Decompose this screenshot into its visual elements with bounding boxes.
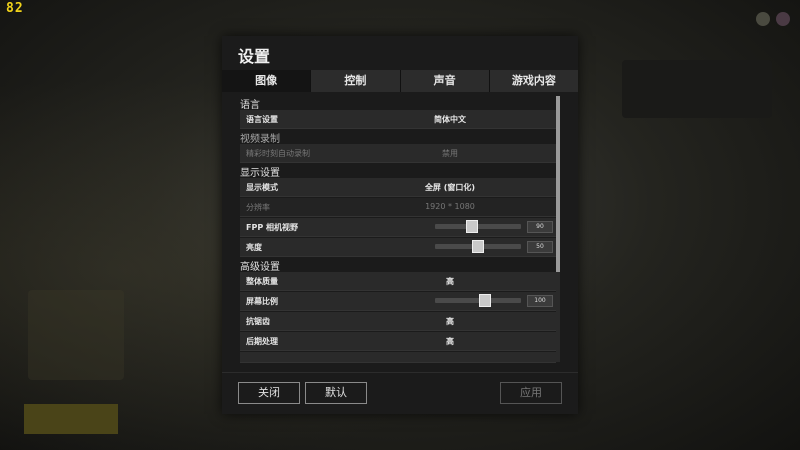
background-badge: [24, 404, 118, 434]
display-mode-value[interactable]: 全屏 (窗口化): [400, 182, 500, 193]
row-post-processing[interactable]: 后期处理 高: [240, 332, 556, 351]
settings-scrollbar[interactable]: [556, 96, 560, 362]
row-auto-record: 精彩时刻自动录制 禁用: [240, 144, 556, 163]
section-advanced: 高级设置: [240, 262, 280, 273]
row-resolution: 分辨率 1920 * 1080: [240, 198, 556, 217]
screen-scale-slider[interactable]: [435, 294, 521, 307]
post-processing-value[interactable]: 高: [400, 336, 500, 347]
row-brightness[interactable]: 亮度 50: [240, 238, 556, 257]
settings-content: 语言 语言设置 简体中文 视频录制 精彩时刻自动录制 禁用 显示设置 显示模式 …: [230, 94, 566, 394]
anti-aliasing-value[interactable]: 高: [400, 316, 500, 327]
overall-quality-value[interactable]: 高: [400, 276, 500, 287]
section-language: 语言: [240, 100, 260, 111]
resolution-value: 1920 * 1080: [425, 202, 475, 211]
row-label: 亮度: [246, 243, 262, 252]
row-partial: [240, 352, 556, 363]
row-fpp-fov[interactable]: FPP 相机视野 90: [240, 218, 556, 237]
auto-record-value: 禁用: [442, 149, 458, 158]
row-label: 屏幕比例: [246, 297, 278, 306]
background-icon: [776, 12, 790, 26]
row-label: 语言设置: [246, 115, 278, 124]
fps-counter: 82: [6, 1, 24, 16]
row-label: 抗锯齿: [246, 317, 270, 326]
background-sidebar: [28, 290, 124, 380]
slider-thumb[interactable]: [466, 220, 479, 233]
brightness-number-input[interactable]: 50: [527, 241, 553, 253]
row-anti-aliasing[interactable]: 抗锯齿 高: [240, 312, 556, 331]
slider-thumb[interactable]: [472, 240, 484, 253]
close-button[interactable]: 关闭: [238, 382, 300, 404]
fov-number-input[interactable]: 90: [527, 221, 553, 233]
settings-dialog: 设置 图像 控制 声音 游戏内容 语言 语言设置 简体中文 视频录制 精彩时刻自…: [222, 36, 578, 414]
language-value[interactable]: 简体中文: [400, 114, 500, 125]
tab-graphics[interactable]: 图像: [222, 70, 311, 92]
footer-divider: [222, 372, 578, 373]
row-display-mode[interactable]: 显示模式 全屏 (窗口化): [240, 178, 556, 197]
row-label: FPP 相机视野: [246, 223, 298, 232]
row-label: 精彩时刻自动录制: [246, 149, 310, 158]
row-overall-quality[interactable]: 整体质量 高: [240, 272, 556, 291]
tab-gameplay[interactable]: 游戏内容: [488, 70, 578, 92]
row-language-setting[interactable]: 语言设置 简体中文: [240, 110, 556, 129]
settings-tabs: 图像 控制 声音 游戏内容: [222, 70, 578, 92]
scrollbar-thumb[interactable]: [556, 96, 560, 272]
row-label: 分辨率: [246, 203, 270, 212]
tab-sound[interactable]: 声音: [399, 70, 489, 92]
default-button[interactable]: 默认: [305, 382, 367, 404]
background-icon: [756, 12, 770, 26]
row-screen-scale[interactable]: 屏幕比例 100: [240, 292, 556, 311]
top-right-icons: [756, 12, 790, 26]
brightness-slider[interactable]: [435, 240, 521, 253]
row-label: 整体质量: [246, 277, 278, 286]
row-label: 显示模式: [246, 183, 278, 192]
screen-scale-number-input[interactable]: 100: [527, 295, 553, 307]
background-panel: [622, 60, 772, 118]
section-display: 显示设置: [240, 168, 280, 179]
section-video-recording: 视频录制: [240, 134, 280, 145]
fov-slider[interactable]: [435, 220, 521, 233]
slider-thumb[interactable]: [479, 294, 492, 307]
row-label: 后期处理: [246, 337, 278, 346]
dialog-title: 设置: [238, 47, 271, 66]
apply-button[interactable]: 应用: [500, 382, 562, 404]
tab-controls[interactable]: 控制: [310, 70, 400, 92]
